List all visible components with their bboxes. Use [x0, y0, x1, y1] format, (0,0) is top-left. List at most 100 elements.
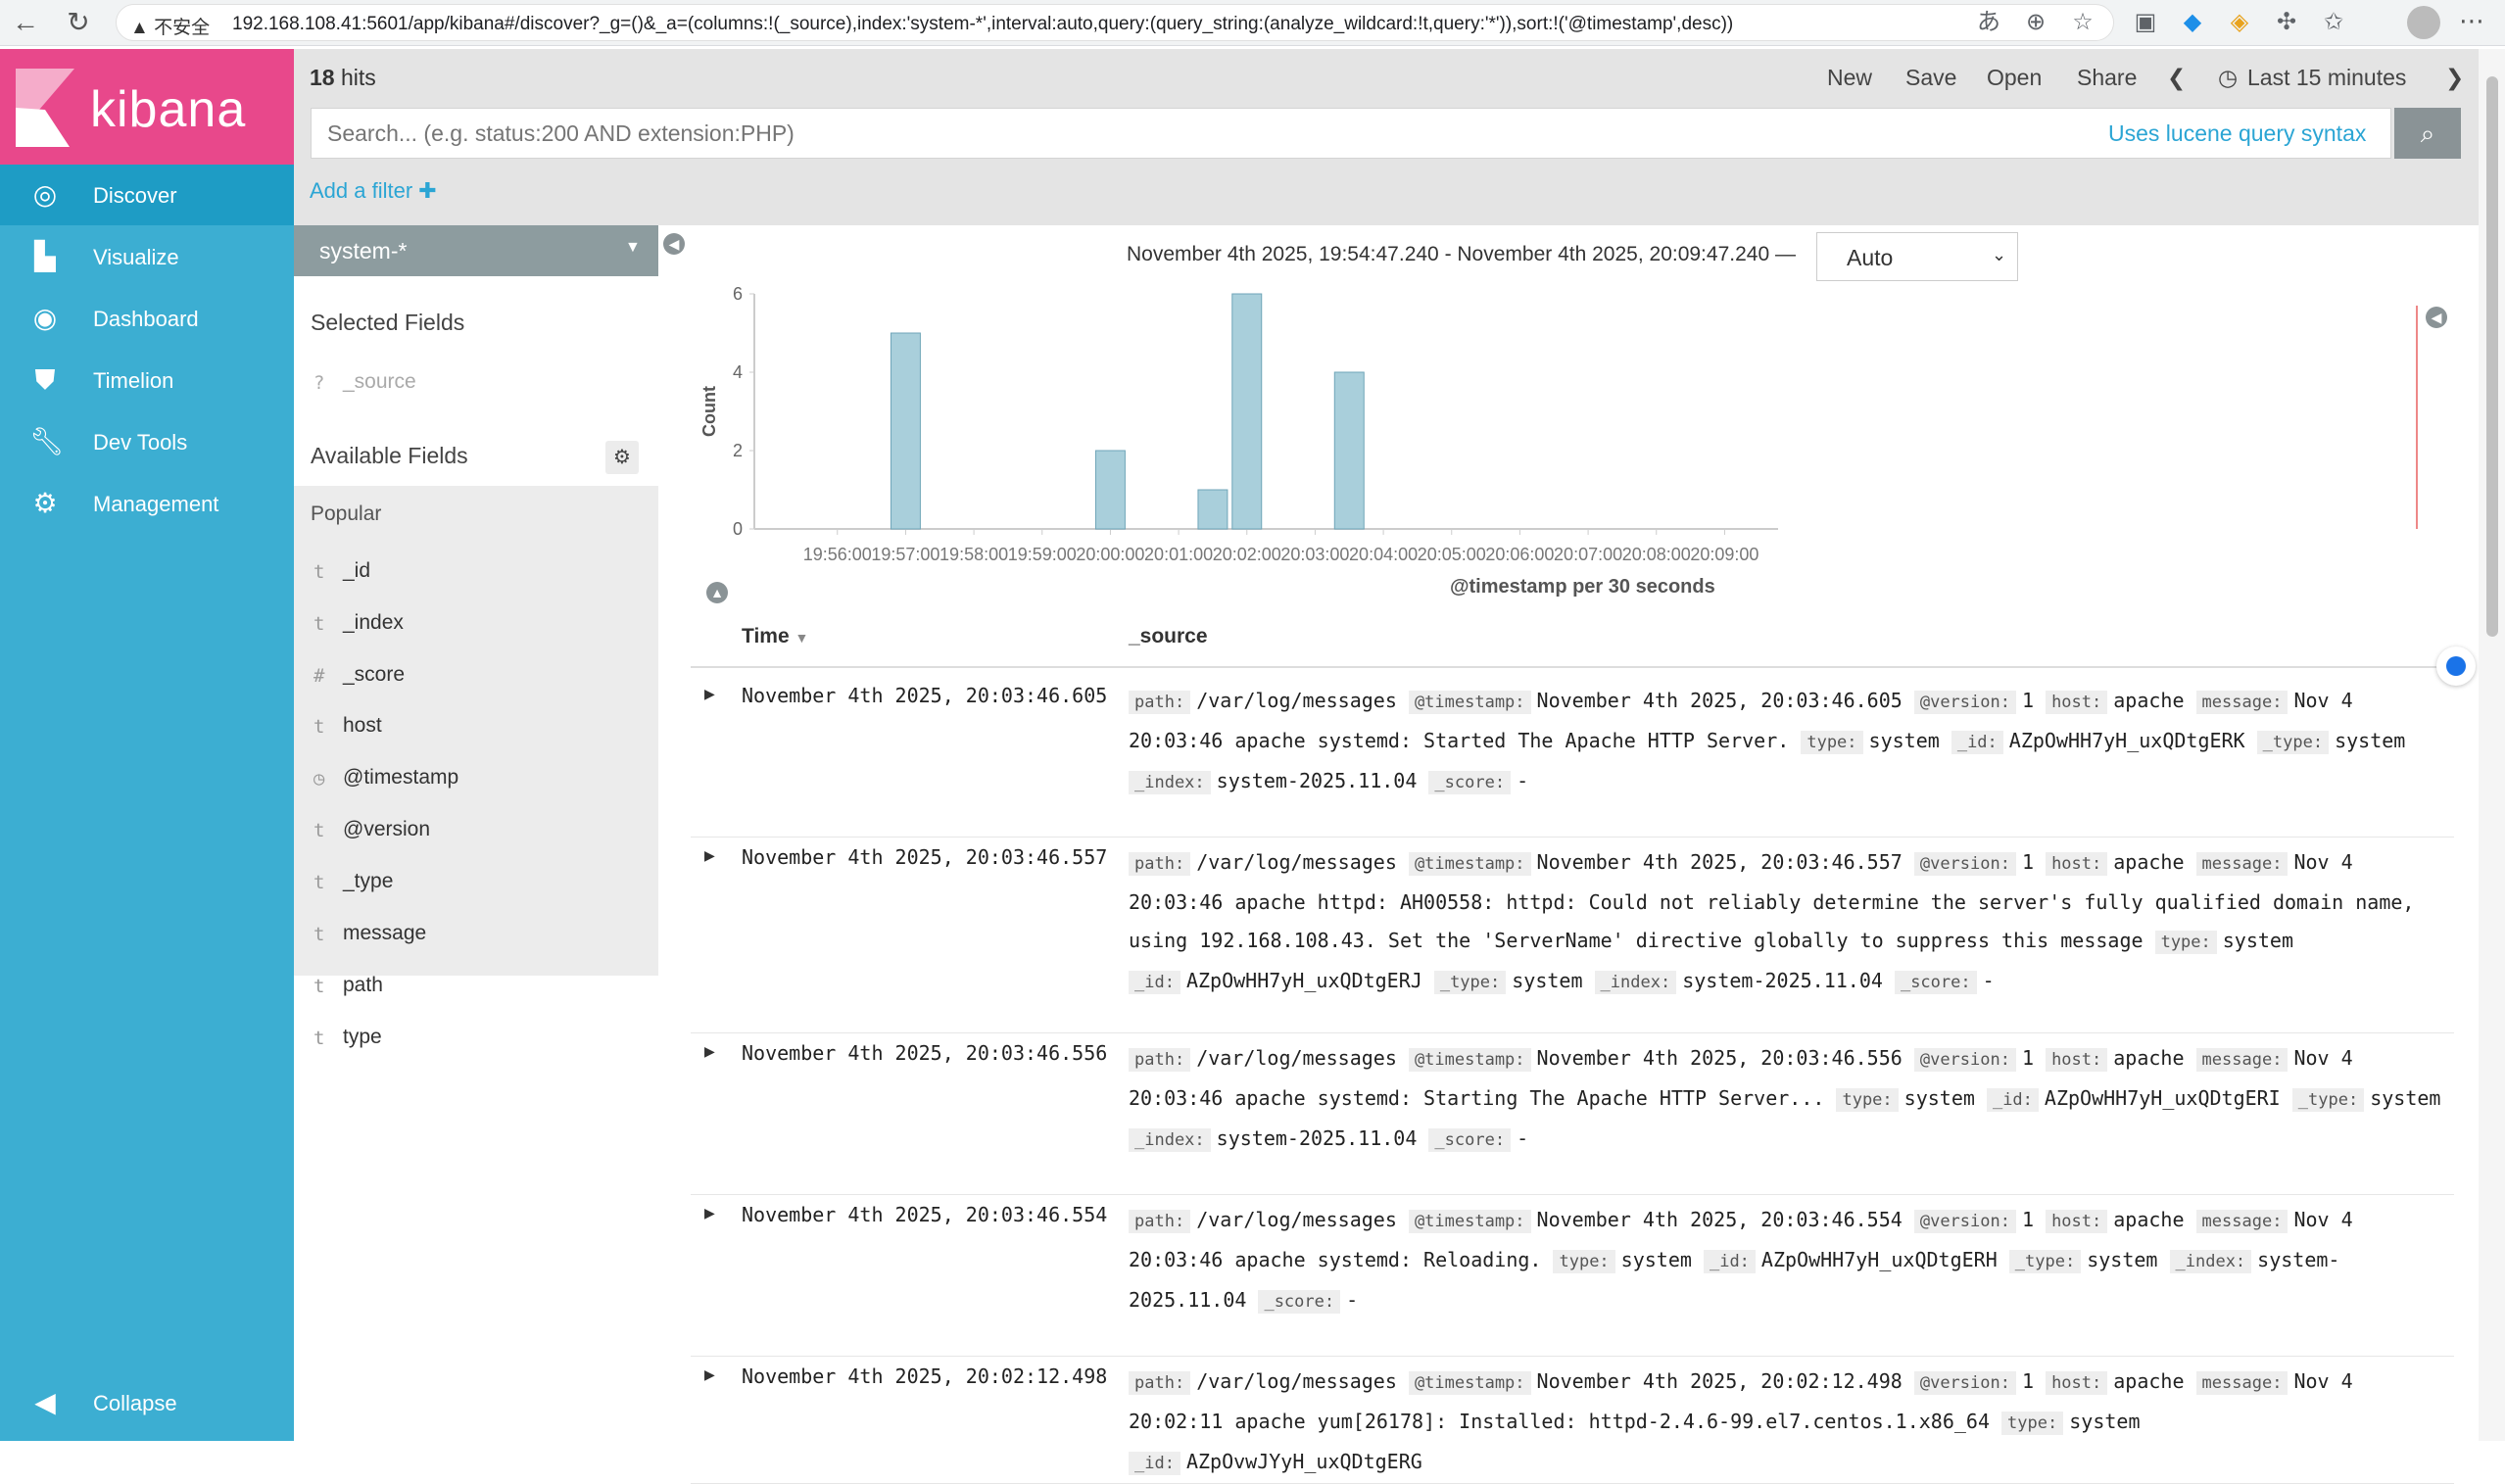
- source-field-key: path:: [1129, 852, 1191, 876]
- expand-row-icon[interactable]: ▶: [704, 1043, 715, 1060]
- open-button[interactable]: Open: [1987, 65, 2042, 91]
- source-field-key: _id:: [1986, 1088, 2039, 1112]
- table-row[interactable]: ▶ November 4th 2025, 20:03:46.556 path:/va…: [691, 1033, 2454, 1195]
- field-name: _id: [343, 559, 371, 582]
- sidebar-item-dev-tools[interactable]: 🔧︎ Dev Tools: [0, 411, 294, 472]
- field-item[interactable]: t _index: [294, 599, 658, 648]
- floating-assistant-icon[interactable]: [2436, 646, 2476, 686]
- address-bar[interactable]: ▲ 不安全 192.168.108.41:5601/app/kibana#/di…: [116, 4, 2114, 41]
- field-item[interactable]: t type: [294, 1014, 658, 1063]
- source-field-key: _index:: [2169, 1250, 2252, 1273]
- zoom-icon[interactable]: ⊕: [2021, 8, 2050, 37]
- browser-toolbar: ← ↻ ▲ 不安全 192.168.108.41:5601/app/kibana…: [0, 0, 2505, 46]
- field-item[interactable]: t @version: [294, 806, 658, 855]
- source-field-value: November 4th 2025, 20:03:46.554: [1536, 1208, 1914, 1231]
- search-input[interactable]: [327, 120, 1993, 147]
- source-field-value: /var/log/messages: [1196, 1208, 1409, 1231]
- share-button[interactable]: Share: [2077, 65, 2137, 91]
- expand-row-icon[interactable]: ▶: [704, 686, 715, 702]
- source-field-value: apache: [2113, 1046, 2196, 1070]
- extension-bird-icon[interactable]: ◆: [2178, 8, 2207, 37]
- field-item[interactable]: t _type: [294, 858, 658, 907]
- back-icon[interactable]: ←: [10, 8, 41, 39]
- expand-row-icon[interactable]: ▶: [704, 847, 715, 864]
- shield-icon: ⛊: [34, 364, 56, 395]
- plus-icon: ✚: [418, 178, 437, 203]
- field-item[interactable]: t path: [294, 962, 658, 1011]
- source-field-value: 1: [2021, 1208, 2047, 1231]
- timepicker-button[interactable]: Last 15 minutes: [2247, 65, 2406, 91]
- sidebar-item-discover[interactable]: ◎ Discover: [0, 165, 294, 225]
- expand-row-icon[interactable]: ▶: [704, 1205, 715, 1221]
- sidebar-item-timelion[interactable]: ⛊ Timelion: [0, 350, 294, 410]
- favorites-icon[interactable]: ✩: [2319, 8, 2348, 37]
- scrollbar-thumb[interactable]: [2486, 76, 2498, 637]
- source-field-value: system-2025.11.04: [1216, 769, 1429, 792]
- source-field-value: 1: [2021, 850, 2047, 874]
- source-field-value: AZpOwHH7yH_uxQDtgERI: [2044, 1086, 2292, 1110]
- sidebar-collapse[interactable]: ◀ Collapse: [0, 1372, 294, 1433]
- source-field-key: type:: [1836, 1088, 1899, 1112]
- time-forward-icon[interactable]: ❯: [2445, 65, 2464, 91]
- insecure-warning[interactable]: ▲ 不安全: [130, 13, 210, 39]
- caret-down-icon: ▼: [625, 239, 641, 256]
- table-row[interactable]: ▶ November 4th 2025, 20:03:46.554 path:/va…: [691, 1195, 2454, 1357]
- sidebar-item-management[interactable]: ⚙ Management: [0, 473, 294, 534]
- field-item[interactable]: ? _source: [294, 359, 658, 407]
- source-field-value: -: [1517, 769, 1529, 792]
- lucene-syntax-link[interactable]: Uses lucene query syntax: [2108, 120, 2366, 147]
- profile-avatar[interactable]: [2407, 6, 2440, 39]
- expand-row-icon[interactable]: ▶: [704, 1366, 715, 1383]
- table-row[interactable]: ▶ November 4th 2025, 20:03:46.557 path:/va…: [691, 838, 2454, 1033]
- favorite-star-icon[interactable]: ☆: [2068, 8, 2097, 37]
- new-button[interactable]: New: [1827, 65, 1872, 91]
- page-scrollbar[interactable]: [2479, 49, 2505, 1441]
- extension-shield-icon[interactable]: ◈: [2225, 8, 2254, 37]
- histogram-chart: 024619:56:00 19:57:00 19:58:00 19:59:00 20:0…: [699, 284, 1778, 564]
- table-row[interactable]: ▶ November 4th 2025, 20:02:12.498 path:/va…: [691, 1357, 2454, 1484]
- sidebar-item-label: Dev Tools: [93, 430, 188, 455]
- more-menu-icon[interactable]: ⋯: [2459, 6, 2484, 36]
- source-field-key: _id:: [1951, 731, 2003, 754]
- row-timestamp: November 4th 2025, 20:03:46.557: [742, 845, 1108, 869]
- source-field-key: @version:: [1913, 691, 2016, 714]
- source-field-value: system-2025.11.04: [1216, 1126, 1429, 1150]
- source-field-value: system: [2069, 1410, 2141, 1433]
- extensions-puzzle-icon[interactable]: ✣: [2272, 8, 2301, 37]
- row-source: path:/var/log/messages @timestamp: Novemb…: [1129, 682, 2441, 802]
- field-name: @version: [343, 818, 431, 840]
- translate-icon[interactable]: あ: [1974, 8, 2003, 37]
- field-item[interactable]: # _score: [294, 651, 658, 700]
- reload-icon[interactable]: ↻: [63, 8, 94, 39]
- split-screen-icon[interactable]: ▣: [2131, 8, 2160, 37]
- field-item[interactable]: t message: [294, 910, 658, 959]
- field-item[interactable]: t host: [294, 702, 658, 751]
- sidebar-item-dashboard[interactable]: ◉ Dashboard: [0, 288, 294, 349]
- search-row: Uses lucene query syntax ⌕: [294, 108, 2479, 165]
- gear-icon: ⚙: [32, 488, 58, 518]
- sidebar-item-label: Discover: [93, 183, 177, 208]
- sidebar-item-visualize[interactable]: ▙ Visualize: [0, 226, 294, 287]
- add-filter-button[interactable]: Add a filter ✚: [310, 178, 437, 204]
- time-column-header[interactable]: Time ▼: [742, 625, 808, 648]
- source-field-key: path:: [1129, 1048, 1191, 1072]
- field-item[interactable]: ◷ @timestamp: [294, 754, 658, 803]
- save-button[interactable]: Save: [1905, 65, 1956, 91]
- source-field-value: AZpOwHH7yH_uxQDtgERH: [1760, 1248, 2009, 1271]
- interval-select[interactable]: Auto ⌄: [1816, 232, 2018, 281]
- field-item[interactable]: t _id: [294, 548, 658, 597]
- field-settings-gear-icon[interactable]: ⚙: [605, 441, 639, 474]
- table-row[interactable]: ▶ November 4th 2025, 20:03:46.605 path:/va…: [691, 676, 2454, 838]
- url-text[interactable]: 192.168.108.41:5601/app/kibana#/discover…: [232, 14, 1733, 35]
- time-back-icon[interactable]: ❮: [2167, 65, 2186, 91]
- chart-x-axis-title: @timestamp per 30 seconds: [1450, 576, 1715, 598]
- source-field-key: _type:: [2256, 731, 2330, 754]
- index-pattern-selector[interactable]: system-* ▼: [294, 225, 658, 276]
- search-button[interactable]: ⌕: [2394, 108, 2461, 159]
- source-field-key: _index:: [1129, 771, 1211, 794]
- collapse-sidebar-icon[interactable]: ◀: [663, 233, 685, 255]
- x-tick-label: 20:00:00: [1076, 545, 1144, 564]
- kibana-logo[interactable]: kibana: [0, 49, 294, 165]
- sort-down-icon[interactable]: ▼: [795, 630, 808, 646]
- field-type-icon: #: [313, 665, 325, 687]
